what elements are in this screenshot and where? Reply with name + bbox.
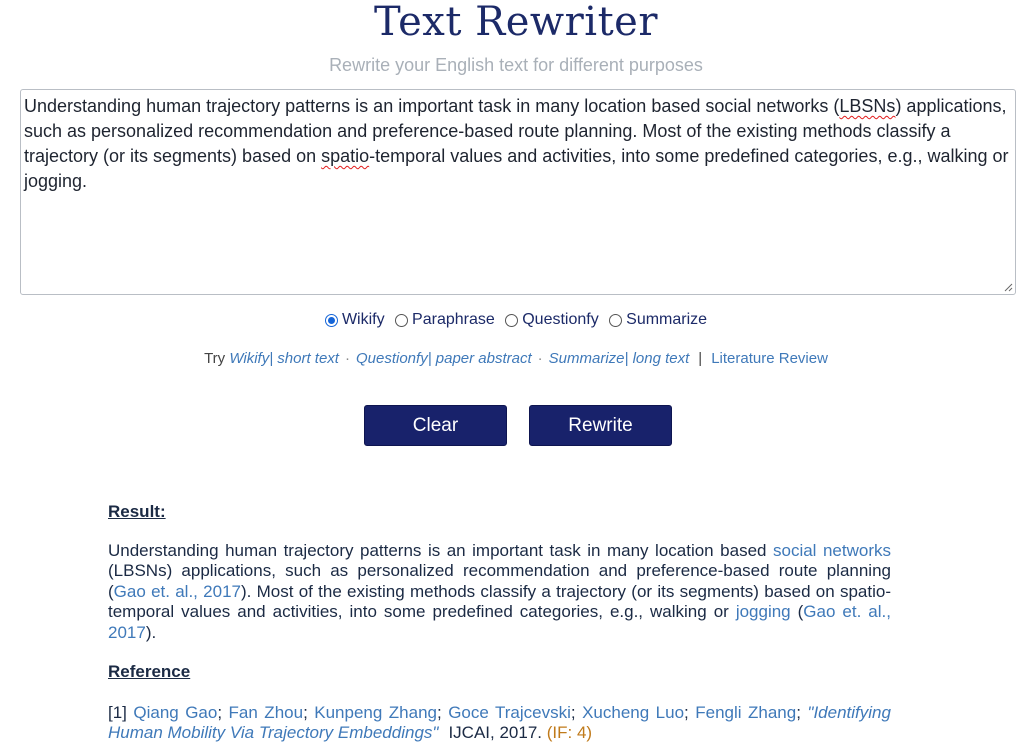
separator-bar: | — [698, 350, 703, 367]
input-text: Understanding human trajectory patterns … — [24, 96, 1009, 191]
example-wikify-link[interactable]: Wikify| short text — [229, 350, 339, 367]
example-text: | short text — [269, 350, 339, 367]
author-link[interactable]: Qiang Gao — [133, 703, 217, 722]
reference-index: [1] — [108, 703, 127, 722]
reference-entry: [1] Qiang Gao; Fan Zhou; Kunpeng Zhang; … — [108, 703, 891, 744]
mode-label: Summarize — [626, 311, 708, 328]
author-separator: ; — [437, 703, 442, 722]
author-separator: ; — [796, 703, 801, 722]
result-text-part: ). — [145, 622, 157, 642]
example-mode: Wikify — [229, 350, 270, 367]
example-text: | long text — [624, 350, 690, 367]
example-mode: Summarize — [548, 350, 625, 367]
impact-factor-badge: (IF: 4) — [546, 723, 593, 743]
author-link[interactable]: Fengli Zhang — [695, 703, 796, 722]
example-mode: Questionfy — [355, 350, 428, 367]
reference-year: 2017. — [499, 723, 543, 743]
wiki-link-jogging[interactable]: jogging — [736, 602, 791, 621]
input-textarea[interactable]: Understanding human trajectory patterns … — [20, 89, 1016, 295]
author-link[interactable]: Goce Trajcevski — [448, 703, 571, 722]
author-link[interactable]: Xucheng Luo — [582, 703, 684, 722]
spellcheck-word-spatio[interactable]: spatio — [321, 146, 369, 166]
app-subtitle: Rewrite your English text for different … — [329, 55, 703, 75]
result-text-part: ( — [790, 602, 804, 622]
mode-questionfy[interactable]: Questionfy — [505, 311, 599, 329]
mode-summarize[interactable]: Summarize — [609, 311, 707, 329]
try-examples: Try Wikify| short text · Questionfy| paper… — [0, 350, 1032, 367]
author-separator: ; — [217, 703, 223, 722]
example-summarize-link[interactable]: Summarize| long text — [549, 350, 690, 367]
text-rewriter-page: Text Rewriter Rewrite your English text … — [0, 0, 1032, 746]
mode-paraphrase[interactable]: Paraphrase — [395, 311, 495, 329]
radio-unchecked-icon[interactable] — [609, 313, 623, 327]
mode-label: Paraphrase — [412, 311, 495, 328]
reference-heading: Reference — [108, 662, 191, 681]
example-questionfy-link[interactable]: Questionfy| paper abstract — [356, 350, 532, 367]
author-separator: ; — [684, 703, 689, 722]
result-text: Understanding human trajectory patterns … — [108, 541, 891, 643]
example-text: | paper abstract — [427, 350, 532, 367]
resize-handle-icon[interactable] — [1003, 282, 1013, 292]
clear-button[interactable]: Clear — [364, 405, 507, 446]
reference-venue: IJCAI, — [448, 723, 495, 743]
mode-wikify[interactable]: Wikify — [324, 311, 385, 329]
separator-dot: · — [537, 350, 543, 367]
mode-label: Wikify — [341, 311, 385, 328]
radio-unchecked-icon[interactable] — [395, 313, 409, 327]
app-title: Text Rewriter — [374, 0, 658, 45]
result-heading: Result: — [108, 502, 166, 521]
input-text-part: Understanding human trajectory patterns … — [24, 96, 840, 116]
separator-dot: · — [344, 350, 350, 367]
author-separator: ; — [303, 703, 308, 722]
author-separator: ; — [570, 703, 576, 722]
author-link[interactable]: Fan Zhou — [229, 703, 304, 722]
mode-selector: Wikify Paraphrase Questionfy Summarize — [0, 311, 1032, 332]
spellcheck-word-lbsns[interactable]: LBSNs — [839, 96, 895, 116]
author-link[interactable]: Kunpeng Zhang — [314, 703, 437, 722]
mode-label: Questionfy — [522, 311, 599, 328]
rewrite-button[interactable]: Rewrite — [529, 405, 672, 446]
radio-checked-icon[interactable] — [324, 313, 338, 327]
radio-unchecked-icon[interactable] — [505, 313, 519, 327]
result-text-part: Understanding human trajectory patterns … — [108, 541, 773, 560]
citation-link[interactable]: Gao et. al., 2017 — [114, 582, 241, 601]
wiki-link-social-networks[interactable]: social networks — [773, 541, 891, 560]
try-prefix: Try — [204, 350, 226, 367]
literature-review-link[interactable]: Literature Review — [711, 350, 828, 367]
